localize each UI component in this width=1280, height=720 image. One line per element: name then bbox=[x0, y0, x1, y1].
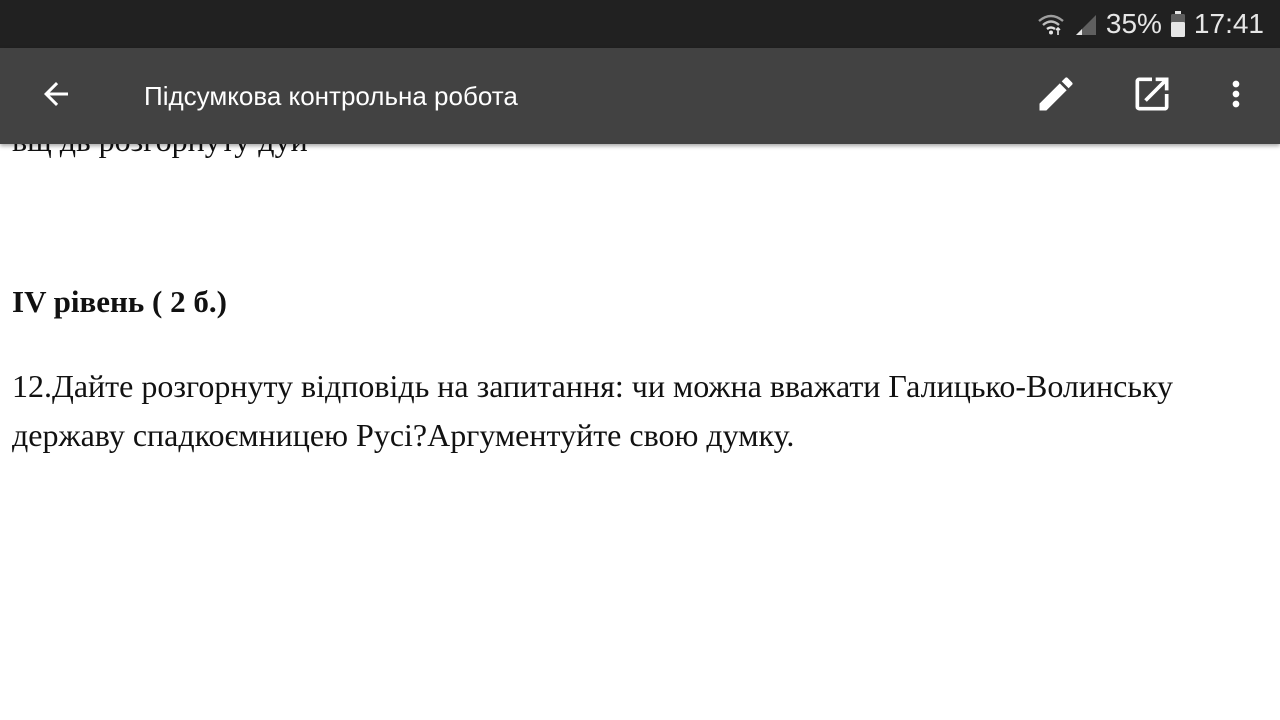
toolbar-title: Підсумкова контрольна робота bbox=[144, 81, 518, 111]
back-arrow-icon bbox=[38, 76, 74, 117]
edit-pencil-icon bbox=[1034, 72, 1078, 121]
open-external-icon bbox=[1130, 72, 1174, 121]
wifi-icon bbox=[1036, 11, 1066, 37]
battery-percent: 35% bbox=[1105, 8, 1162, 39]
edit-button[interactable] bbox=[1016, 48, 1096, 144]
open-external-button[interactable] bbox=[1112, 48, 1192, 144]
more-vert-icon bbox=[1216, 74, 1256, 119]
document-view[interactable]: вщ дь розгорнуту дуй IV рівень ( 2 б.) 1… bbox=[0, 144, 1280, 720]
clipped-text-line: вщ дь розгорнуту дуй bbox=[12, 144, 308, 159]
signal-icon bbox=[1074, 11, 1098, 37]
battery-icon bbox=[1170, 10, 1186, 38]
back-button[interactable] bbox=[16, 48, 96, 144]
status-bar: 35% 17:41 bbox=[0, 0, 1280, 48]
clock: 17:41 bbox=[1193, 8, 1264, 39]
level-heading: IV рівень ( 2 б.) bbox=[12, 284, 227, 319]
more-options-button[interactable] bbox=[1196, 48, 1276, 144]
app-toolbar: Підсумкова контрольна робота bbox=[0, 48, 1280, 144]
question-text: 12.Дайте розгорнуту відповідь на запитан… bbox=[12, 368, 1174, 453]
